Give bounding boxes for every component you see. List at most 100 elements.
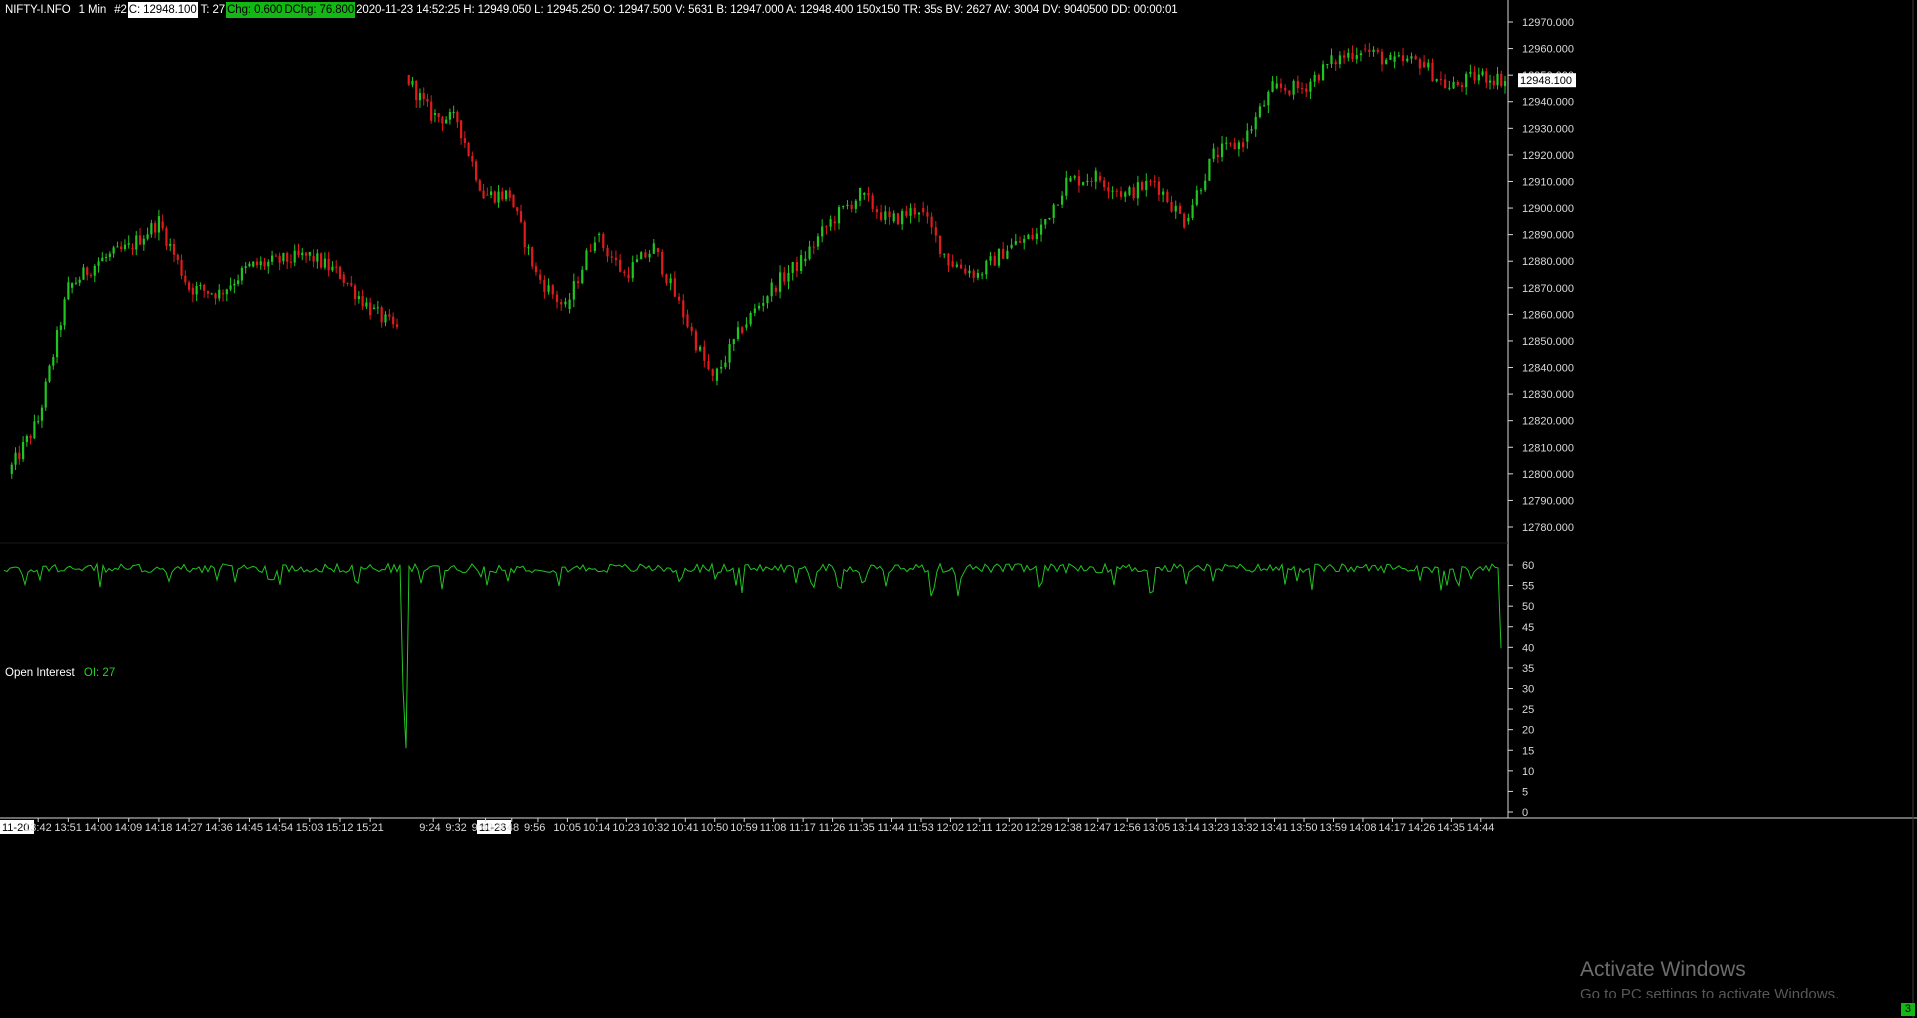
candle-body <box>837 207 841 224</box>
time-tick-label: 10:05 <box>553 822 581 834</box>
candle-body <box>1056 204 1059 206</box>
candle-body <box>821 226 824 237</box>
candle-body <box>1414 56 1417 60</box>
candle-body <box>270 255 274 262</box>
candle-body <box>331 266 334 271</box>
time-tick-label: 14:08 <box>1349 822 1377 834</box>
candle-body <box>104 257 108 259</box>
price-axis[interactable]: 12970.00012960.00012950.00012940.0001293… <box>1508 17 1576 534</box>
candle-body <box>150 223 153 235</box>
candle-body <box>18 452 21 460</box>
activation-watermark-title: Activate Windows <box>1580 958 1746 981</box>
candle-body <box>1343 55 1346 58</box>
candle-body <box>656 247 660 252</box>
candle-body <box>1241 142 1245 148</box>
candle-body <box>736 327 740 339</box>
candle-body <box>433 113 437 116</box>
candle-body <box>176 254 179 260</box>
candle-body <box>1444 79 1447 89</box>
candle-body <box>576 281 580 284</box>
candle-body <box>357 296 360 300</box>
candle-body <box>25 435 28 443</box>
oi-tick-label: 45 <box>1522 622 1534 634</box>
candle-body <box>471 156 474 162</box>
candle-body <box>1195 190 1198 205</box>
candle-body <box>539 274 542 280</box>
candle-body <box>169 243 172 246</box>
candle-body <box>1225 142 1228 144</box>
candle-body <box>1473 71 1476 81</box>
price-tick-label: 12900.000 <box>1522 203 1574 215</box>
candle-body <box>1481 71 1484 76</box>
candle-body <box>248 263 251 267</box>
time-tick-label: 13:32 <box>1231 822 1259 834</box>
time-tick-label: 12:20 <box>995 822 1023 834</box>
candle-body <box>955 264 958 267</box>
candle-body <box>278 255 281 263</box>
candle-body <box>353 285 357 300</box>
candle-body <box>1023 238 1026 243</box>
price-tick-label: 12820.000 <box>1522 416 1574 428</box>
time-tick-label: 14:45 <box>235 822 263 834</box>
candle-body <box>905 210 908 216</box>
candle-body <box>648 253 651 258</box>
candle-body <box>1263 105 1266 107</box>
candle-body <box>1216 154 1219 157</box>
time-tick-label: 14:27 <box>175 822 203 834</box>
candle-body <box>29 435 32 439</box>
time-tick-label: 14:44 <box>1467 822 1495 834</box>
candle-body <box>195 285 198 295</box>
candle-body <box>749 312 752 325</box>
candle-body <box>1422 61 1426 68</box>
candle-body <box>97 261 100 266</box>
candle-body <box>572 281 575 300</box>
candle-body <box>644 252 647 258</box>
candle-body <box>1002 248 1005 259</box>
candle-body <box>728 344 731 363</box>
candle-body <box>989 256 992 261</box>
oi-tick-label: 0 <box>1522 807 1528 819</box>
candle-body <box>707 360 710 370</box>
candle-body <box>964 268 967 274</box>
candle-body <box>711 369 714 376</box>
candle-body <box>1330 55 1333 65</box>
candle-body <box>1452 81 1455 89</box>
candle-body <box>564 301 567 305</box>
candle-body <box>380 307 383 323</box>
day-change-box: DChg: 76.800 <box>283 2 356 18</box>
candle-body <box>48 365 51 382</box>
candle-body <box>783 272 786 282</box>
candle-body <box>1279 83 1283 88</box>
time-tick-label: 13:23 <box>1202 822 1230 834</box>
candle-body <box>808 246 811 259</box>
chart-canvas[interactable]: 12970.00012960.00012950.00012940.0001293… <box>0 0 1917 1018</box>
candle-body <box>225 289 228 295</box>
candle-body <box>1296 80 1299 89</box>
candle-body <box>1364 48 1367 50</box>
candle-body <box>770 282 773 297</box>
candle-body <box>560 302 563 305</box>
candle-body <box>221 293 225 295</box>
candle-body <box>263 261 266 267</box>
candle-body <box>1082 182 1085 186</box>
candle-body <box>1178 205 1182 214</box>
time-tick-label: 12:29 <box>1025 822 1053 834</box>
candle-body <box>1073 176 1076 178</box>
candle-body <box>547 285 550 292</box>
candle-body <box>1103 180 1106 188</box>
candle-body <box>1153 181 1156 183</box>
price-tick-label: 12920.000 <box>1522 150 1574 162</box>
candle-body <box>474 161 478 181</box>
time-tick-label: 13:05 <box>1143 822 1171 834</box>
time-axis[interactable]: 11-2013:42 13:51 14:00 14:09 14:18 14:27 14:36… <box>0 818 1494 834</box>
candle-body <box>320 253 323 268</box>
candle-body <box>206 290 210 294</box>
candle-body <box>951 261 954 267</box>
candle-body <box>938 235 942 254</box>
candle-body <box>323 258 327 268</box>
candle-body <box>384 314 387 323</box>
candle-body <box>1018 241 1022 243</box>
time-tick-label: 13:50 <box>1290 822 1318 834</box>
candle-body <box>1233 142 1236 150</box>
oi-axis[interactable]: 605550454035302520151050 <box>1508 560 1534 819</box>
